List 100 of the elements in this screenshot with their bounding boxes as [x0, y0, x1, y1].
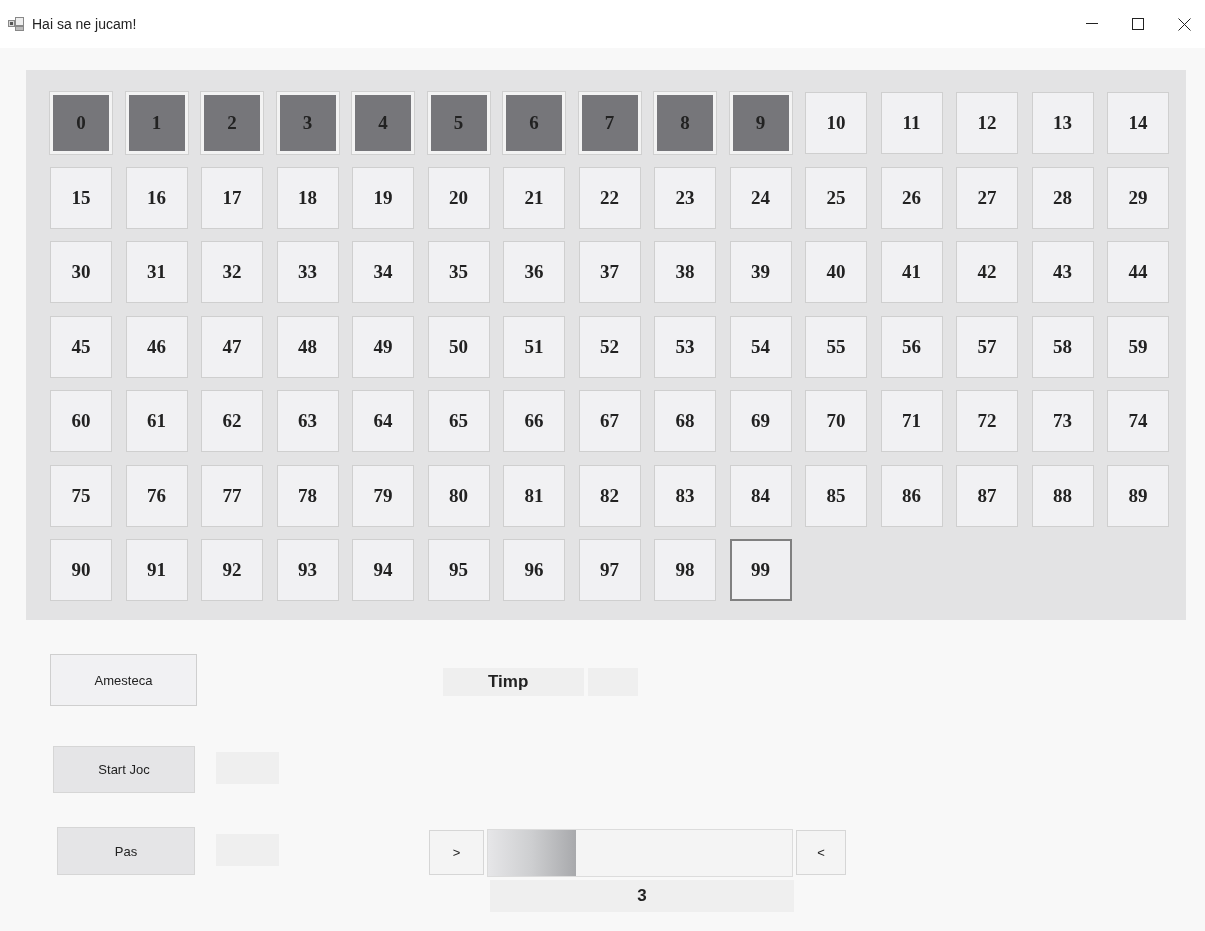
number-tile[interactable]: 13	[1031, 92, 1094, 154]
number-tile[interactable]: 16	[125, 166, 188, 229]
number-tile[interactable]: 86	[880, 464, 943, 527]
number-tile[interactable]: 56	[880, 315, 943, 378]
number-tile[interactable]: 50	[427, 315, 490, 378]
number-tile[interactable]: 28	[1031, 166, 1094, 229]
close-icon[interactable]	[1178, 17, 1191, 31]
number-tile[interactable]: 51	[503, 315, 565, 378]
number-tile[interactable]: 39	[729, 241, 792, 303]
number-tile[interactable]: 14	[1107, 92, 1169, 154]
number-tile[interactable]: 40	[805, 241, 867, 303]
number-tile[interactable]: 9	[729, 92, 792, 154]
number-tile[interactable]: 92	[201, 539, 263, 601]
step-button[interactable]: Pas	[57, 827, 195, 875]
number-tile[interactable]: 69	[729, 390, 792, 452]
number-tile[interactable]: 24	[729, 166, 792, 229]
number-tile[interactable]: 96	[503, 539, 565, 601]
number-tile[interactable]: 0	[50, 92, 112, 154]
number-tile[interactable]: 48	[276, 315, 339, 378]
number-tile[interactable]: 62	[201, 390, 263, 452]
number-tile[interactable]: 74	[1107, 390, 1169, 452]
number-tile[interactable]: 81	[503, 464, 565, 527]
number-tile[interactable]: 17	[201, 166, 263, 229]
number-tile[interactable]: 45	[50, 315, 112, 378]
number-tile[interactable]: 23	[654, 166, 716, 229]
number-tile[interactable]: 43	[1031, 241, 1094, 303]
number-tile[interactable]: 15	[50, 166, 112, 229]
number-tile[interactable]: 52	[578, 315, 641, 378]
maximize-icon[interactable]	[1132, 18, 1144, 30]
number-tile[interactable]: 10	[805, 92, 867, 154]
number-tile[interactable]: 87	[956, 464, 1018, 527]
previous-button[interactable]: <	[796, 830, 846, 875]
number-tile[interactable]: 20	[427, 166, 490, 229]
number-tile[interactable]: 71	[880, 390, 943, 452]
number-tile[interactable]: 59	[1107, 315, 1169, 378]
number-tile[interactable]: 18	[276, 166, 339, 229]
number-tile[interactable]: 84	[729, 464, 792, 527]
number-tile[interactable]: 11	[880, 92, 943, 154]
number-tile[interactable]: 46	[125, 315, 188, 378]
number-tile[interactable]: 99	[729, 539, 792, 601]
number-tile[interactable]: 88	[1031, 464, 1094, 527]
number-tile[interactable]: 25	[805, 166, 867, 229]
number-tile[interactable]: 89	[1107, 464, 1169, 527]
number-tile[interactable]: 6	[503, 92, 565, 154]
number-tile[interactable]: 12	[956, 92, 1018, 154]
number-tile[interactable]: 91	[125, 539, 188, 601]
number-tile[interactable]: 32	[201, 241, 263, 303]
number-tile[interactable]: 57	[956, 315, 1018, 378]
number-tile[interactable]: 38	[654, 241, 716, 303]
number-tile[interactable]: 27	[956, 166, 1018, 229]
number-tile[interactable]: 19	[352, 166, 414, 229]
number-tile[interactable]: 95	[427, 539, 490, 601]
number-tile[interactable]: 90	[50, 539, 112, 601]
number-tile[interactable]: 98	[654, 539, 716, 601]
number-tile[interactable]: 7	[578, 92, 641, 154]
number-tile[interactable]: 37	[578, 241, 641, 303]
minimize-icon[interactable]	[1086, 23, 1098, 25]
number-tile[interactable]: 83	[654, 464, 716, 527]
number-tile[interactable]: 31	[125, 241, 188, 303]
number-tile[interactable]: 4	[352, 92, 414, 154]
number-tile[interactable]: 5	[427, 92, 490, 154]
number-tile[interactable]: 66	[503, 390, 565, 452]
number-tile[interactable]: 93	[276, 539, 339, 601]
number-tile[interactable]: 36	[503, 241, 565, 303]
number-tile[interactable]: 44	[1107, 241, 1169, 303]
number-tile[interactable]: 41	[880, 241, 943, 303]
number-tile[interactable]: 78	[276, 464, 339, 527]
number-tile[interactable]: 58	[1031, 315, 1094, 378]
number-tile[interactable]: 75	[50, 464, 112, 527]
number-tile[interactable]: 49	[352, 315, 414, 378]
number-tile[interactable]: 65	[427, 390, 490, 452]
number-tile[interactable]: 33	[276, 241, 339, 303]
number-tile[interactable]: 73	[1031, 390, 1094, 452]
shuffle-button[interactable]: Amesteca	[50, 654, 197, 706]
number-tile[interactable]: 2	[201, 92, 263, 154]
number-tile[interactable]: 30	[50, 241, 112, 303]
number-tile[interactable]: 76	[125, 464, 188, 527]
number-tile[interactable]: 3	[276, 92, 339, 154]
number-tile[interactable]: 47	[201, 315, 263, 378]
number-tile[interactable]: 77	[201, 464, 263, 527]
number-tile[interactable]: 82	[578, 464, 641, 527]
number-tile[interactable]: 1	[125, 92, 188, 154]
number-tile[interactable]: 42	[956, 241, 1018, 303]
number-tile[interactable]: 80	[427, 464, 490, 527]
number-tile[interactable]: 60	[50, 390, 112, 452]
number-tile[interactable]: 70	[805, 390, 867, 452]
number-tile[interactable]: 34	[352, 241, 414, 303]
number-tile[interactable]: 54	[729, 315, 792, 378]
number-tile[interactable]: 79	[352, 464, 414, 527]
number-tile[interactable]: 72	[956, 390, 1018, 452]
number-tile[interactable]: 85	[805, 464, 867, 527]
number-tile[interactable]: 94	[352, 539, 414, 601]
number-tile[interactable]: 61	[125, 390, 188, 452]
number-tile[interactable]: 22	[578, 166, 641, 229]
start-button[interactable]: Start Joc	[53, 746, 195, 793]
number-tile[interactable]: 29	[1107, 166, 1169, 229]
number-tile[interactable]: 68	[654, 390, 716, 452]
number-tile[interactable]: 55	[805, 315, 867, 378]
number-tile[interactable]: 97	[578, 539, 641, 601]
number-tile[interactable]: 8	[654, 92, 716, 154]
